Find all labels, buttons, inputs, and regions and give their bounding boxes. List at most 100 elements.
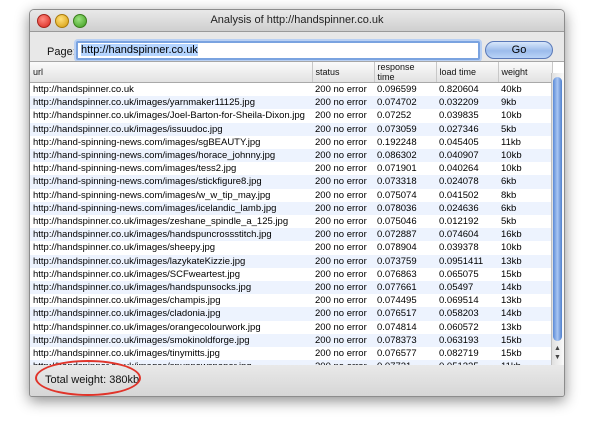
cell-status: 200 no error (315, 295, 367, 307)
cell-weight: 14kb (498, 307, 552, 321)
cell-url: http://hand-spinning-news.com/images/ice… (30, 201, 312, 216)
window-title: Analysis of http://handspinner.co.uk (210, 14, 384, 26)
cell-load-time: 0.039835 (439, 110, 479, 122)
cell-status: 200 no error (312, 254, 374, 268)
cell-response-time: 0.192248 (377, 136, 417, 148)
status-bar: Total weight: 380kb (30, 360, 564, 396)
table-row[interactable]: http://handspinner.co.uk/images/smokinol… (30, 333, 552, 348)
column-header-load-time[interactable]: load time (436, 62, 499, 83)
table-row[interactable]: http://handspinner.co.uk/images/zeshane_… (30, 215, 552, 228)
cell-response-time: 0.074495 (377, 295, 417, 307)
cell-weight: 15kb (498, 333, 552, 348)
cell-url: http://handspinner.co.uk/images/orangeco… (33, 321, 261, 333)
table-row[interactable]: http://handspinner.co.uk/images/lazykate… (30, 254, 552, 268)
cell-response-time: 0.078036 (374, 201, 436, 216)
cell-response-time: 0.077661 (374, 281, 436, 295)
table-row[interactable]: http://handspinner.co.uk/images/champis.… (30, 294, 552, 307)
cell-status: 200 no error (315, 216, 367, 228)
table-body: http://handspinner.co.uk 200 no error 0.09… (30, 83, 552, 365)
cell-response-time: 0.076517 (374, 307, 436, 321)
table-row[interactable]: http://handspinner.co.uk/images/issuudoc… (30, 122, 552, 136)
scroll-up-icon[interactable]: ▲ (554, 345, 561, 352)
cell-load-time: 0.060572 (439, 321, 479, 333)
column-header-status[interactable]: status (312, 62, 375, 83)
cell-weight: 16kb (498, 228, 552, 242)
cell-weight: 13kb (501, 321, 522, 333)
cell-status: 200 no error (312, 122, 374, 136)
cell-load-time: 0.074604 (436, 228, 498, 242)
cell-url: http://handspinner.co.uk/images/yarnmake… (30, 96, 312, 110)
cell-weight: 40kb (501, 84, 522, 95)
scroll-down-icon[interactable]: ▼ (554, 354, 561, 361)
cell-response-time: 0.072887 (374, 228, 436, 242)
table-row[interactable]: http://hand-spinning-news.com/images/sgB… (30, 136, 552, 149)
table-row[interactable]: http://hand-spinning-news.com/images/w_w… (30, 189, 552, 202)
cell-response-time: 0.076577 (377, 348, 417, 360)
cell-weight: 14kb (498, 281, 552, 295)
cell-response-time: 0.071901 (377, 163, 417, 175)
cell-url: http://handspinner.co.uk/images/cladonia… (30, 307, 312, 321)
cell-load-time: 0.040907 (436, 149, 498, 163)
results-table-container[interactable]: url status response time load time weigh… (30, 61, 564, 366)
cell-load-time: 0.069514 (439, 295, 479, 307)
column-header-response-time[interactable]: response time (374, 62, 437, 83)
cell-url: http://hand-spinning-news.com/images/sti… (30, 175, 312, 189)
cell-load-time: 0.040264 (439, 163, 479, 175)
table-row[interactable]: http://handspinner.co.uk/images/handspun… (30, 228, 552, 242)
cell-weight: 8kb (501, 189, 517, 201)
cell-load-time: 0.820604 (439, 84, 479, 95)
table-row[interactable]: http://handspinner.co.uk 200 no error 0.09… (30, 83, 552, 97)
column-header-url[interactable]: url (30, 62, 313, 83)
cell-weight: 13kb (498, 254, 552, 268)
cell-status: 200 no error (315, 268, 367, 280)
cell-url: http://handspinner.co.uk/images/handspun… (30, 281, 312, 295)
cell-load-time: 0.012192 (439, 216, 479, 228)
cell-url: http://hand-spinning-news.com/images/tes… (33, 163, 237, 175)
table-row[interactable]: http://handspinner.co.uk/images/handspun… (30, 281, 552, 295)
page-label: Page: (47, 46, 76, 58)
table-row[interactable]: http://hand-spinning-news.com/images/hor… (30, 149, 552, 163)
cell-load-time: 0.063193 (436, 333, 498, 348)
cell-response-time: 0.075046 (377, 216, 417, 228)
table-row[interactable]: http://hand-spinning-news.com/images/sti… (30, 175, 552, 189)
table-row[interactable]: http://handspinner.co.uk/images/SCFweart… (30, 268, 552, 281)
table-row[interactable]: http://handspinner.co.uk/images/cladonia… (30, 307, 552, 321)
cell-response-time: 0.096599 (377, 84, 417, 95)
table-row[interactable]: http://handspinner.co.uk/images/tinymitt… (30, 347, 552, 360)
table-row[interactable]: http://handspinner.co.uk/images/sheepy.j… (30, 241, 552, 254)
cell-response-time: 0.074702 (374, 96, 436, 110)
cell-url: http://handspinner.co.uk/images/sheepy.j… (33, 242, 216, 254)
cell-load-time: 0.032209 (436, 96, 498, 110)
table-row[interactable]: http://hand-spinning-news.com/images/tes… (30, 162, 552, 175)
cell-load-time: 0.024636 (436, 201, 498, 216)
vertical-scrollbar[interactable]: ▲ ▼ (551, 73, 564, 365)
cell-url: http://handspinner.co.uk/images/zeshane_… (33, 216, 289, 228)
cell-response-time: 0.073318 (374, 175, 436, 189)
cell-load-time: 0.024078 (436, 175, 498, 189)
cell-response-time: 0.074814 (377, 321, 417, 333)
cell-status: 200 no error (312, 96, 374, 110)
table-row[interactable]: http://handspinner.co.uk/images/Joel-Bar… (30, 109, 552, 122)
cell-status: 200 no error (315, 321, 367, 333)
cell-url: http://hand-spinning-news.com/images/hor… (30, 149, 312, 163)
table-row[interactable]: http://hand-spinning-news.com/images/ice… (30, 201, 552, 216)
cell-weight: 11kb (501, 136, 521, 148)
table-row[interactable]: http://handspinner.co.uk/images/orangeco… (30, 321, 552, 334)
results-table: url status response time load time weigh… (30, 62, 553, 365)
cell-response-time: 0.073759 (374, 254, 436, 268)
scrollbar-thumb[interactable] (553, 77, 562, 341)
table-row[interactable]: http://handspinner.co.uk/images/yarnmake… (30, 96, 552, 110)
go-button[interactable]: Go (485, 41, 553, 59)
cell-status: 200 no error (312, 228, 374, 242)
cell-status: 200 no error (312, 333, 374, 348)
cell-load-time: 0.0951411 (436, 254, 498, 268)
cell-status: 200 no error (315, 189, 367, 201)
cell-url: http://handspinner.co.uk/images/issuudoc… (30, 122, 312, 136)
page-url-input[interactable]: http://handspinner.co.uk (76, 41, 480, 60)
cell-load-time: 0.065075 (439, 268, 479, 280)
cell-url: http://handspinner.co.uk/images/lazykate… (30, 254, 312, 268)
cell-status: 200 no error (315, 84, 367, 95)
column-header-weight[interactable]: weight (498, 62, 553, 83)
cell-load-time: 0.041502 (439, 189, 479, 201)
cell-response-time: 0.086302 (374, 149, 436, 163)
